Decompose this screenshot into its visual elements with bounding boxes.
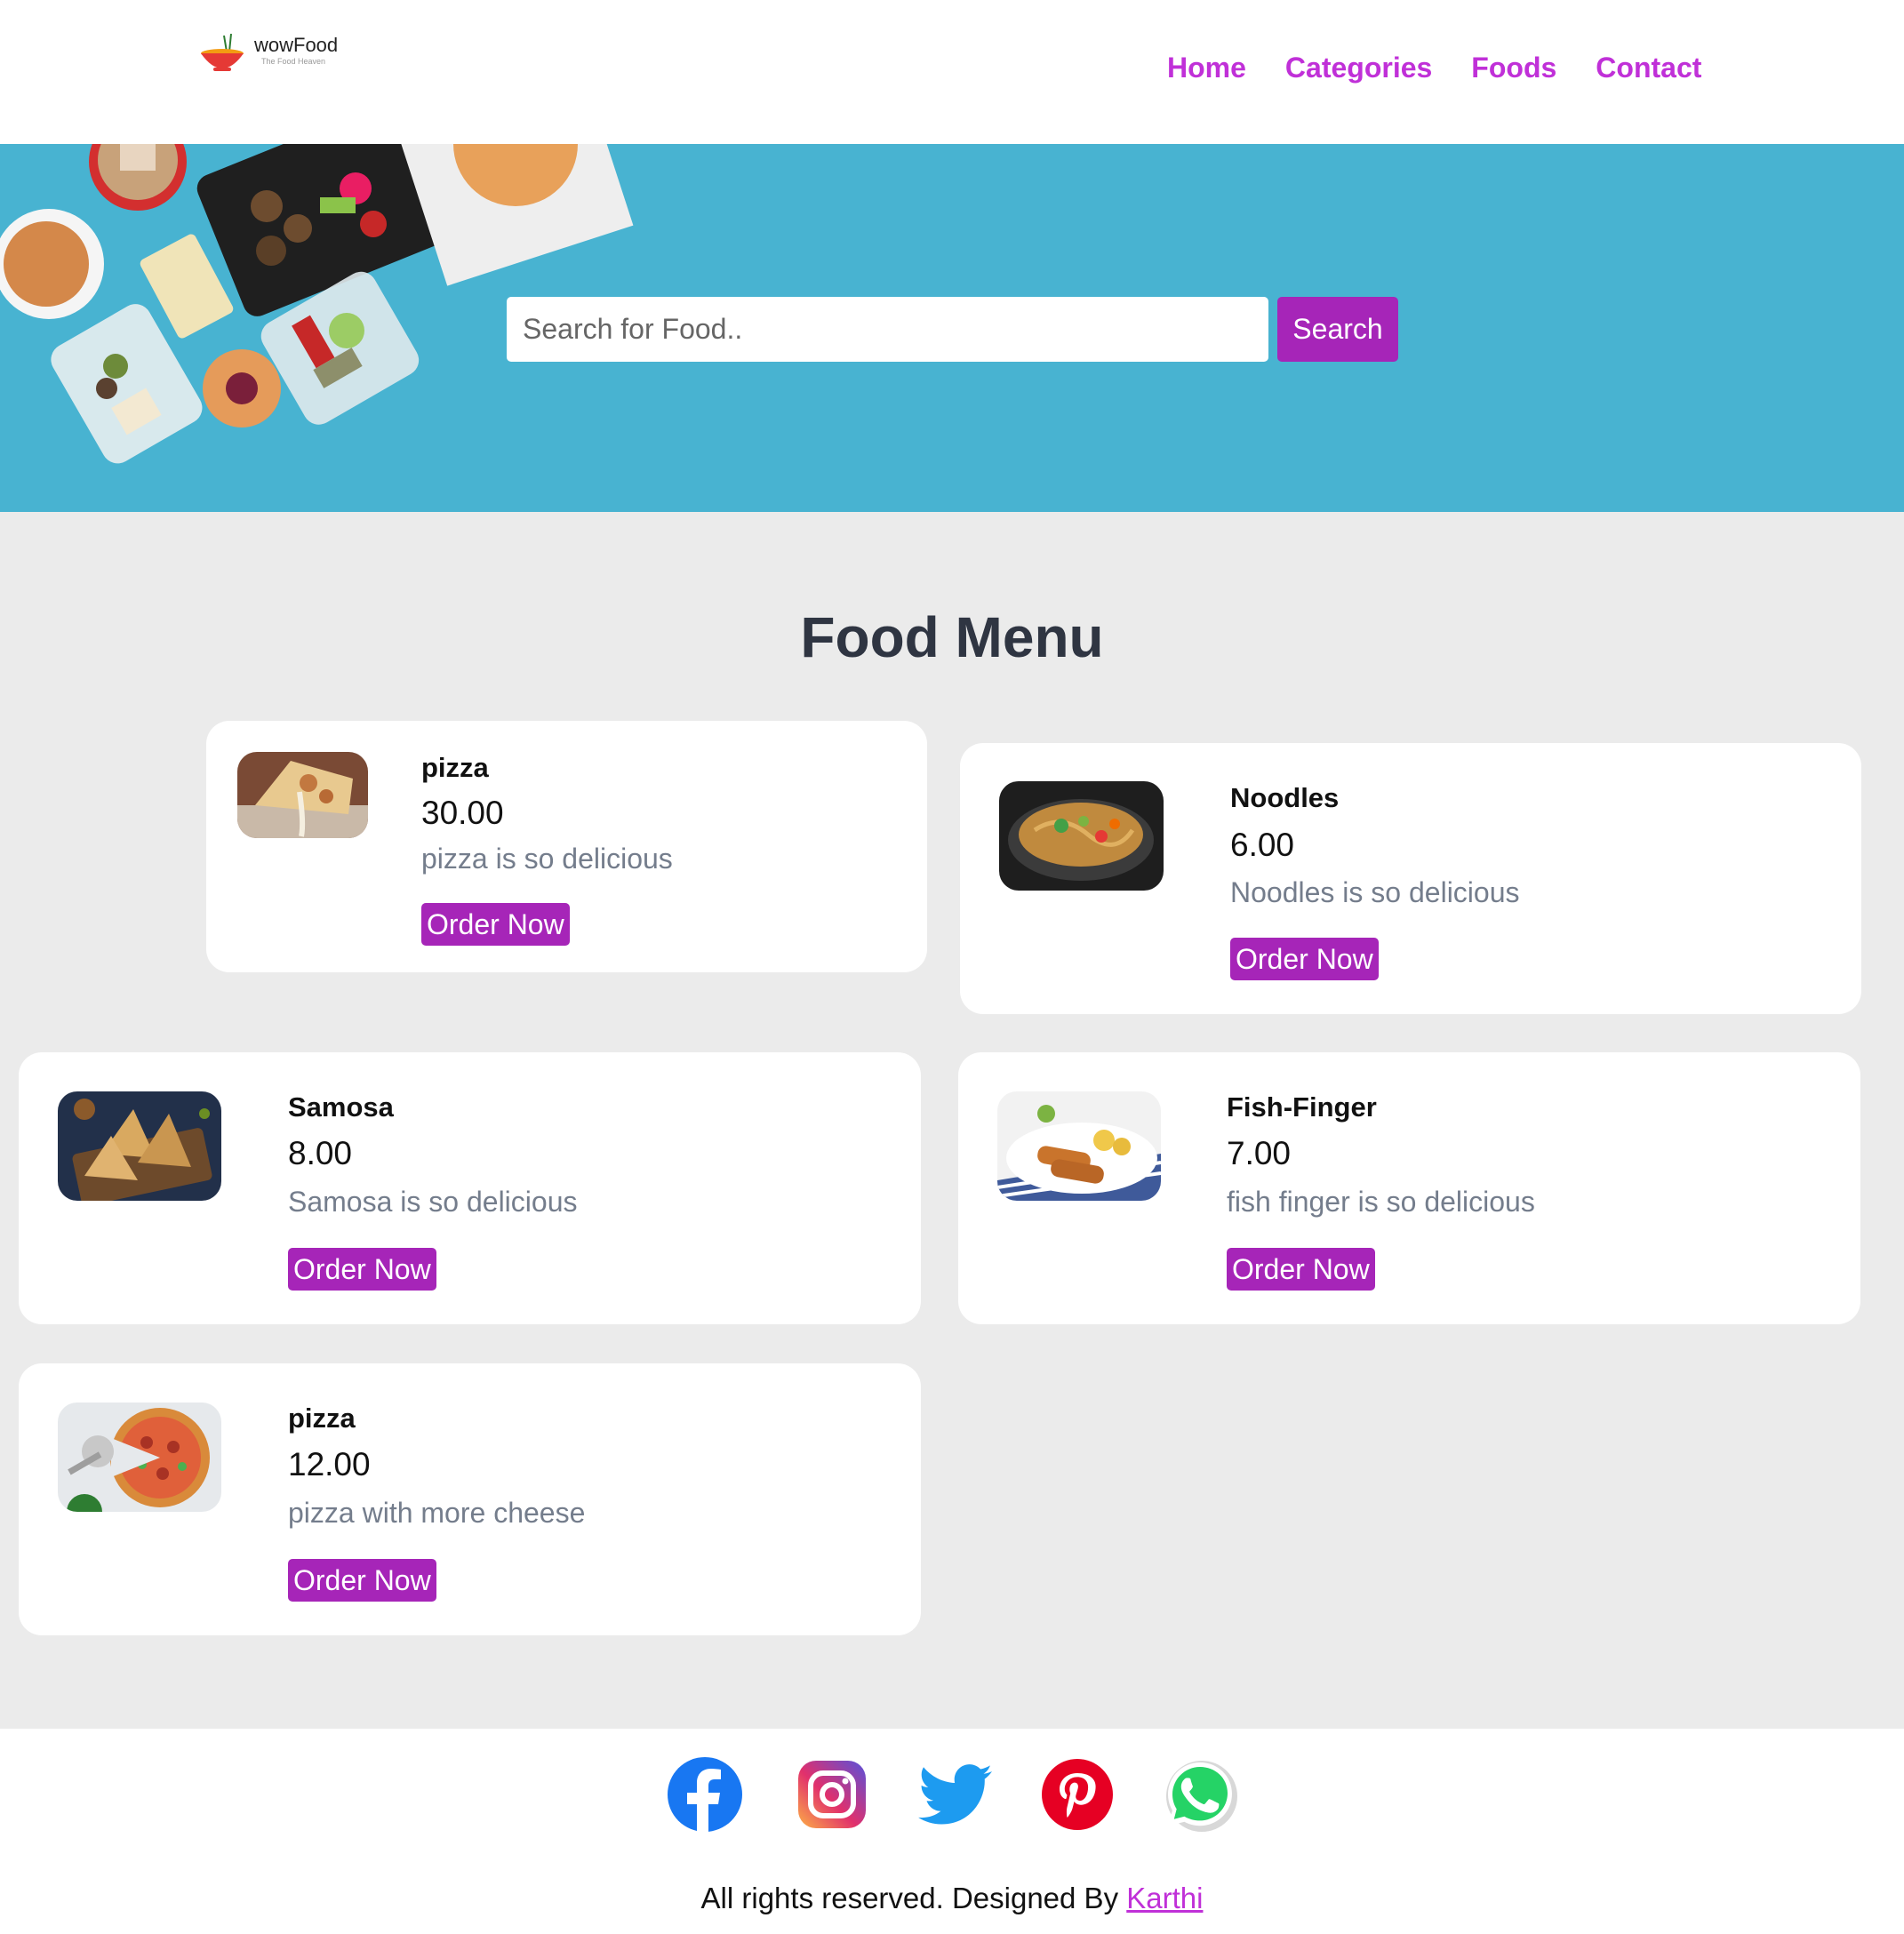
brand-logo[interactable]: wowFood The Food Heaven [196,18,347,75]
food-description: Noodles is so delicious [1230,876,1520,908]
food-name: pizza [288,1403,356,1434]
order-now-button[interactable]: Order Now [421,903,570,946]
food-bowl-icon [201,34,244,71]
search-button[interactable]: Search [1277,297,1398,362]
food-card: pizza 12.00 pizza with more cheese Order… [19,1363,921,1635]
nav-contact[interactable]: Contact [1596,52,1701,84]
food-description: Samosa is so delicious [288,1186,578,1218]
food-description: pizza is so delicious [421,843,673,875]
food-card: pizza 30.00 pizza is so delicious Order … [206,721,927,972]
order-now-button[interactable]: Order Now [1230,938,1379,980]
food-image-noodles [999,781,1164,891]
site-footer: All rights reserved. Designed By Karthi [0,1729,1904,1934]
twitter-icon[interactable] [917,1755,996,1834]
site-header: wowFood The Food Heaven Home Categories … [0,0,1904,144]
food-card: Noodles 6.00 Noodles is so delicious Ord… [960,743,1861,1014]
food-image-fish-finger [997,1091,1161,1201]
food-image-pizza [237,752,368,838]
order-now-button[interactable]: Order Now [288,1559,436,1602]
food-description: fish finger is so delicious [1227,1186,1535,1218]
designer-link[interactable]: Karthi [1126,1882,1203,1914]
food-card: Fish-Finger 7.00 fish finger is so delic… [958,1052,1860,1324]
facebook-icon[interactable] [666,1755,744,1834]
order-now-button[interactable]: Order Now [288,1248,436,1291]
main-nav: Home Categories Foods Contact [1167,52,1701,84]
copyright-text: All rights reserved. Designed By Karthi [0,1882,1904,1915]
brand-tagline: The Food Heaven [261,57,326,66]
nav-categories[interactable]: Categories [1285,52,1432,84]
food-name: Samosa [288,1091,394,1123]
food-card: Samosa 8.00 Samosa is so delicious Order… [19,1052,921,1324]
food-name: Noodles [1230,782,1340,813]
hero-search-section: Search [0,144,1904,512]
food-image-pizza [58,1403,221,1512]
food-price: 7.00 [1227,1135,1292,1171]
nav-foods[interactable]: Foods [1471,52,1556,84]
food-price: 6.00 [1230,827,1295,863]
order-now-button[interactable]: Order Now [1227,1248,1375,1291]
brand-name: wowFood [254,34,339,56]
food-name: pizza [421,752,489,783]
food-price: 8.00 [288,1135,353,1171]
food-name: Fish-Finger [1227,1091,1377,1123]
copyright-label: All rights reserved. Designed By [700,1882,1127,1914]
pinterest-icon[interactable] [1038,1755,1116,1834]
whatsapp-icon[interactable] [1161,1755,1239,1834]
food-description: pizza with more cheese [288,1497,586,1529]
food-image-samosa [58,1091,221,1201]
food-price: 12.00 [288,1446,371,1482]
menu-title: Food Menu [800,605,1104,669]
instagram-icon[interactable] [793,1755,871,1834]
nav-home[interactable]: Home [1167,52,1246,84]
search-input[interactable] [507,297,1268,362]
food-price: 30.00 [421,795,504,831]
